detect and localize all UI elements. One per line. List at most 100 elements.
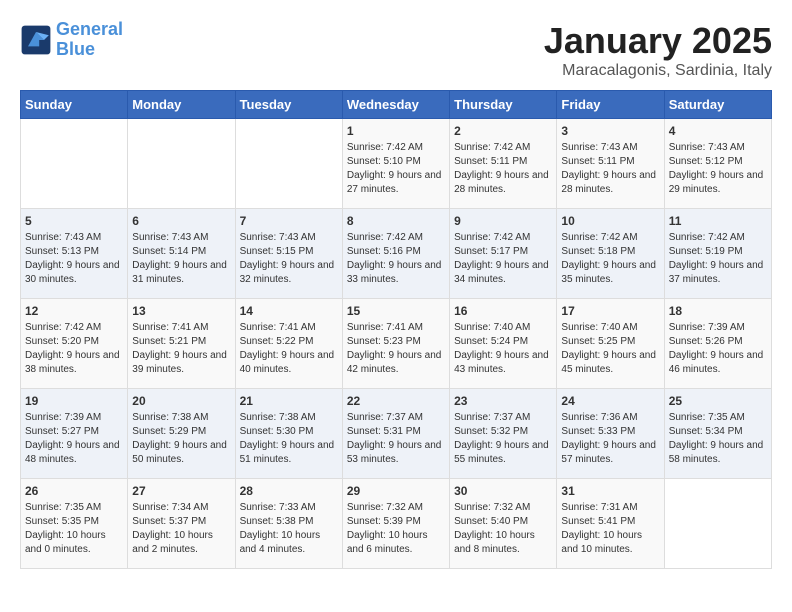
cell-content: Sunrise: 7:39 AM Sunset: 5:27 PM Dayligh… — [25, 411, 123, 467]
cell-content: Sunrise: 7:34 AM Sunset: 5:37 PM Dayligh… — [132, 501, 230, 557]
calendar-cell: 21 Sunrise: 7:38 AM Sunset: 5:30 PM Dayli… — [235, 389, 342, 479]
header-thursday: Thursday — [450, 91, 557, 119]
cell-content: Sunrise: 7:42 AM Sunset: 5:11 PM Dayligh… — [454, 141, 552, 197]
cell-content: Sunrise: 7:43 AM Sunset: 5:12 PM Dayligh… — [669, 141, 767, 197]
calendar-table: SundayMondayTuesdayWednesdayThursdayFrid… — [20, 90, 772, 569]
calendar-cell — [235, 119, 342, 209]
logo-text: General Blue — [56, 20, 123, 60]
calendar-cell: 12 Sunrise: 7:42 AM Sunset: 5:20 PM Dayli… — [21, 299, 128, 389]
logo-blue: Blue — [56, 39, 95, 59]
day-number: 14 — [240, 304, 338, 318]
day-number: 24 — [561, 394, 659, 408]
cell-content: Sunrise: 7:42 AM Sunset: 5:10 PM Dayligh… — [347, 141, 445, 197]
calendar-cell: 7 Sunrise: 7:43 AM Sunset: 5:15 PM Daylig… — [235, 209, 342, 299]
cell-content: Sunrise: 7:41 AM Sunset: 5:21 PM Dayligh… — [132, 321, 230, 377]
day-number: 13 — [132, 304, 230, 318]
day-number: 15 — [347, 304, 445, 318]
cell-content: Sunrise: 7:42 AM Sunset: 5:16 PM Dayligh… — [347, 231, 445, 287]
header-friday: Friday — [557, 91, 664, 119]
cell-content: Sunrise: 7:43 AM Sunset: 5:15 PM Dayligh… — [240, 231, 338, 287]
calendar-cell: 11 Sunrise: 7:42 AM Sunset: 5:19 PM Dayli… — [664, 209, 771, 299]
calendar-week-4: 19 Sunrise: 7:39 AM Sunset: 5:27 PM Dayli… — [21, 389, 772, 479]
day-number: 22 — [347, 394, 445, 408]
calendar-cell: 8Sunrise: 7:42 AM Sunset: 5:16 PM Daylig… — [342, 209, 449, 299]
logo: General Blue — [20, 20, 123, 60]
day-number: 31 — [561, 484, 659, 498]
calendar-cell: 27Sunrise: 7:34 AM Sunset: 5:37 PM Dayli… — [128, 479, 235, 569]
day-number: 26 — [25, 484, 123, 498]
calendar-cell: 20 Sunrise: 7:38 AM Sunset: 5:29 PM Dayli… — [128, 389, 235, 479]
title-block: January 2025 Maracalagonis, Sardinia, It… — [544, 20, 772, 80]
calendar-cell: 16Sunrise: 7:40 AM Sunset: 5:24 PM Dayli… — [450, 299, 557, 389]
calendar-cell: 6 Sunrise: 7:43 AM Sunset: 5:14 PM Daylig… — [128, 209, 235, 299]
day-number: 20 — [132, 394, 230, 408]
day-number: 10 — [561, 214, 659, 228]
header-saturday: Saturday — [664, 91, 771, 119]
calendar-cell — [21, 119, 128, 209]
calendar-cell: 15 Sunrise: 7:41 AM Sunset: 5:23 PM Dayli… — [342, 299, 449, 389]
cell-content: Sunrise: 7:35 AM Sunset: 5:34 PM Dayligh… — [669, 411, 767, 467]
day-number: 6 — [132, 214, 230, 228]
calendar-week-5: 26 Sunrise: 7:35 AM Sunset: 5:35 PM Dayli… — [21, 479, 772, 569]
day-number: 4 — [669, 124, 767, 138]
cell-content: Sunrise: 7:32 AM Sunset: 5:40 PM Dayligh… — [454, 501, 552, 557]
calendar-cell: 17 Sunrise: 7:40 AM Sunset: 5:25 PM Dayli… — [557, 299, 664, 389]
cell-content: Sunrise: 7:42 AM Sunset: 5:20 PM Dayligh… — [25, 321, 123, 377]
day-number: 5 — [25, 214, 123, 228]
day-number: 17 — [561, 304, 659, 318]
calendar-cell: 22 Sunrise: 7:37 AM Sunset: 5:31 PM Dayli… — [342, 389, 449, 479]
day-number: 7 — [240, 214, 338, 228]
cell-content: Sunrise: 7:42 AM Sunset: 5:19 PM Dayligh… — [669, 231, 767, 287]
calendar-cell: 9Sunrise: 7:42 AM Sunset: 5:17 PM Daylig… — [450, 209, 557, 299]
day-number: 23 — [454, 394, 552, 408]
cell-content: Sunrise: 7:38 AM Sunset: 5:30 PM Dayligh… — [240, 411, 338, 467]
day-number: 11 — [669, 214, 767, 228]
cell-content: Sunrise: 7:31 AM Sunset: 5:41 PM Dayligh… — [561, 501, 659, 557]
day-number: 21 — [240, 394, 338, 408]
calendar-cell: 31 Sunrise: 7:31 AM Sunset: 5:41 PM Dayli… — [557, 479, 664, 569]
calendar-header-row: SundayMondayTuesdayWednesdayThursdayFrid… — [21, 91, 772, 119]
cell-content: Sunrise: 7:37 AM Sunset: 5:31 PM Dayligh… — [347, 411, 445, 467]
cell-content: Sunrise: 7:39 AM Sunset: 5:26 PM Dayligh… — [669, 321, 767, 377]
cell-content: Sunrise: 7:33 AM Sunset: 5:38 PM Dayligh… — [240, 501, 338, 557]
day-number: 3 — [561, 124, 659, 138]
location-title: Maracalagonis, Sardinia, Italy — [544, 62, 772, 80]
calendar-cell: 28Sunrise: 7:33 AM Sunset: 5:38 PM Dayli… — [235, 479, 342, 569]
cell-content: Sunrise: 7:40 AM Sunset: 5:24 PM Dayligh… — [454, 321, 552, 377]
calendar-cell: 2Sunrise: 7:42 AM Sunset: 5:11 PM Daylig… — [450, 119, 557, 209]
cell-content: Sunrise: 7:35 AM Sunset: 5:35 PM Dayligh… — [25, 501, 123, 557]
day-number: 1 — [347, 124, 445, 138]
cell-content: Sunrise: 7:43 AM Sunset: 5:14 PM Dayligh… — [132, 231, 230, 287]
logo-general: General — [56, 19, 123, 39]
cell-content: Sunrise: 7:42 AM Sunset: 5:18 PM Dayligh… — [561, 231, 659, 287]
calendar-cell: 14 Sunrise: 7:41 AM Sunset: 5:22 PM Dayli… — [235, 299, 342, 389]
calendar-cell — [664, 479, 771, 569]
day-number: 9 — [454, 214, 552, 228]
day-number: 19 — [25, 394, 123, 408]
cell-content: Sunrise: 7:38 AM Sunset: 5:29 PM Dayligh… — [132, 411, 230, 467]
cell-content: Sunrise: 7:43 AM Sunset: 5:13 PM Dayligh… — [25, 231, 123, 287]
cell-content: Sunrise: 7:32 AM Sunset: 5:39 PM Dayligh… — [347, 501, 445, 557]
day-number: 29 — [347, 484, 445, 498]
calendar-cell: 26 Sunrise: 7:35 AM Sunset: 5:35 PM Dayli… — [21, 479, 128, 569]
header-tuesday: Tuesday — [235, 91, 342, 119]
cell-content: Sunrise: 7:37 AM Sunset: 5:32 PM Dayligh… — [454, 411, 552, 467]
cell-content: Sunrise: 7:41 AM Sunset: 5:23 PM Dayligh… — [347, 321, 445, 377]
calendar-cell: 24Sunrise: 7:36 AM Sunset: 5:33 PM Dayli… — [557, 389, 664, 479]
calendar-cell: 29 Sunrise: 7:32 AM Sunset: 5:39 PM Dayli… — [342, 479, 449, 569]
day-number: 18 — [669, 304, 767, 318]
calendar-cell: 3Sunrise: 7:43 AM Sunset: 5:11 PM Daylig… — [557, 119, 664, 209]
day-number: 12 — [25, 304, 123, 318]
calendar-cell: 18 Sunrise: 7:39 AM Sunset: 5:26 PM Dayli… — [664, 299, 771, 389]
calendar-week-3: 12 Sunrise: 7:42 AM Sunset: 5:20 PM Dayli… — [21, 299, 772, 389]
cell-content: Sunrise: 7:40 AM Sunset: 5:25 PM Dayligh… — [561, 321, 659, 377]
calendar-week-1: 1 Sunrise: 7:42 AM Sunset: 5:10 PM Daylig… — [21, 119, 772, 209]
calendar-cell: 1 Sunrise: 7:42 AM Sunset: 5:10 PM Daylig… — [342, 119, 449, 209]
page-header: General Blue January 2025 Maracalagonis,… — [20, 20, 772, 80]
month-title: January 2025 — [544, 20, 772, 62]
calendar-cell: 30Sunrise: 7:32 AM Sunset: 5:40 PM Dayli… — [450, 479, 557, 569]
header-sunday: Sunday — [21, 91, 128, 119]
calendar-cell: 13 Sunrise: 7:41 AM Sunset: 5:21 PM Dayli… — [128, 299, 235, 389]
logo-icon — [20, 24, 52, 56]
cell-content: Sunrise: 7:41 AM Sunset: 5:22 PM Dayligh… — [240, 321, 338, 377]
